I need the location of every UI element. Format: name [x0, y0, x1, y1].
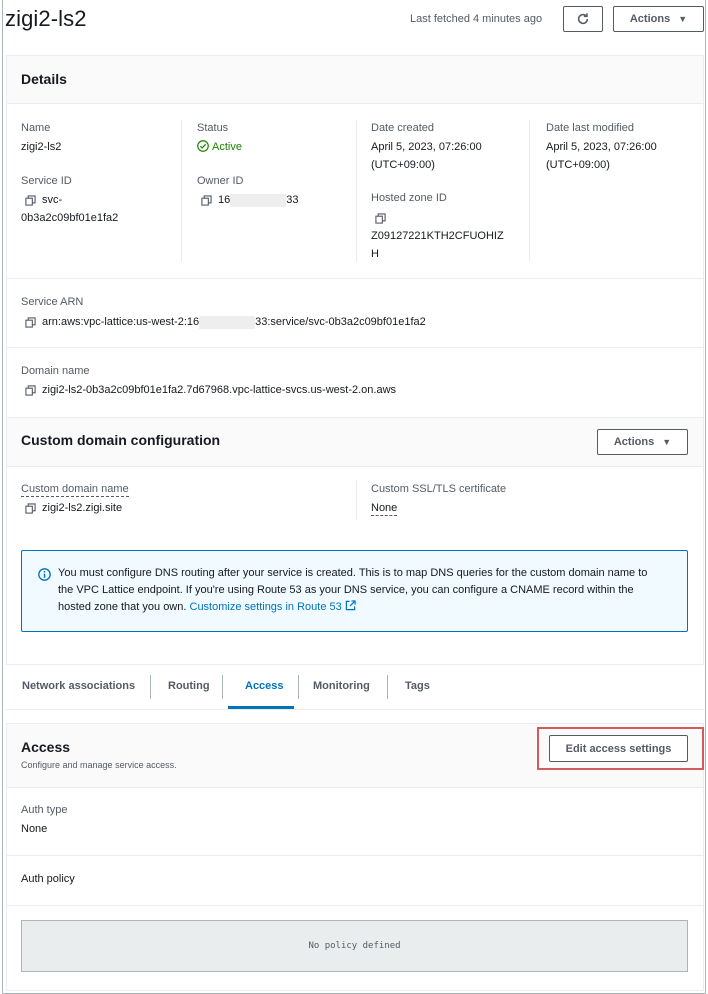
owner-id-prefix: 16	[218, 194, 231, 206]
hosted-zone-label: Hosted zone ID	[371, 192, 447, 204]
hosted-zone-value: Z09127221KTH2CFUOHIZ H	[371, 209, 504, 263]
custom-domain-name-text: zigi2-ls2.zigi.site	[42, 502, 123, 514]
details-title: Details	[21, 71, 67, 87]
tab-access[interactable]: Access	[245, 664, 284, 708]
hosted-zone-line2: H	[371, 248, 379, 260]
arn-prefix: arn:aws:vpc-lattice:us-west-2:16	[42, 316, 200, 328]
name-label: Name	[21, 122, 51, 134]
page-title: zigi2-ls2	[5, 6, 87, 31]
dns-info-alert: You must configure DNS routing after you…	[21, 550, 688, 632]
copy-icon[interactable]	[201, 194, 212, 206]
tab-monitoring[interactable]: Monitoring	[313, 664, 370, 708]
custom-domain-title: Custom domain configuration	[21, 432, 221, 448]
route53-link[interactable]: Customize settings in Route 53	[190, 601, 342, 613]
domain-value: zigi2-ls2-0b3a2c09bf01e1fa2.7d67968.vpc-…	[21, 381, 396, 399]
highlight-box	[537, 727, 704, 770]
copy-icon[interactable]	[25, 194, 36, 206]
details-header	[7, 56, 703, 104]
service-id-value: svc- 0b3a2c09bf01e1fa2	[21, 191, 118, 227]
access-subtitle: Configure and manage service access.	[21, 760, 177, 770]
custom-domain-actions-button[interactable]: Actions ▼	[597, 429, 688, 455]
copy-icon[interactable]	[25, 384, 36, 396]
hosted-zone-line1: Z09127221KTH2CFUOHIZ	[371, 230, 504, 242]
date-modified-line1: April 5, 2023, 07:26:00	[546, 141, 657, 153]
arn-suffix: 33:service/svc-0b3a2c09bf01e1fa2	[255, 316, 426, 328]
auth-policy-editor: No policy defined	[21, 920, 688, 972]
custom-domain-actions-label: Actions	[613, 436, 655, 448]
caret-down-icon: ▼	[678, 14, 688, 24]
header-actions-button[interactable]: Actions ▼	[613, 6, 704, 32]
domain-label: Domain name	[21, 365, 90, 377]
info-line2: the VPC Lattice endpoint. If you're usin…	[58, 584, 634, 596]
service-id-line1: svc-	[42, 194, 63, 206]
date-created-label: Date created	[371, 122, 434, 134]
owner-id-suffix: 33	[286, 194, 299, 206]
auth-policy-label: Auth policy	[21, 873, 75, 885]
copy-icon[interactable]	[375, 212, 386, 224]
cert-label: Custom SSL/TLS certificate	[371, 483, 507, 495]
info-line1: You must configure DNS routing after you…	[58, 567, 648, 579]
domain-text: zigi2-ls2-0b3a2c09bf01e1fa2.7d67968.vpc-…	[42, 384, 397, 396]
owner-id-value: 16 33	[197, 191, 299, 209]
status-value: Active	[197, 138, 242, 156]
status-label: Status	[197, 122, 229, 134]
refresh-icon	[577, 13, 589, 25]
info-icon	[38, 568, 51, 581]
external-link-icon[interactable]	[345, 600, 356, 611]
auth-type-value: None	[21, 823, 48, 835]
service-id-line2: 0b3a2c09bf01e1fa2	[21, 212, 119, 224]
arn-value: arn:aws:vpc-lattice:us-west-2:16 33:servi…	[21, 313, 426, 331]
custom-domain-name-value: zigi2-ls2.zigi.site	[21, 499, 122, 517]
date-modified-label: Date last modified	[546, 122, 635, 134]
custom-domain-name-label[interactable]: Custom domain name	[21, 483, 129, 497]
cert-value[interactable]: None	[371, 502, 398, 516]
copy-icon[interactable]	[25, 502, 36, 514]
tab-network-associations[interactable]: Network associations	[22, 664, 135, 708]
info-line3: hosted zone that you own.	[58, 601, 187, 613]
policy-placeholder: No policy defined	[308, 941, 401, 951]
caret-down-icon: ▼	[662, 437, 672, 447]
tab-routing[interactable]: Routing	[168, 664, 210, 708]
date-created-line2: (UTC+09:00)	[371, 159, 435, 171]
status-text: Active	[212, 141, 242, 153]
arn-label: Service ARN	[21, 296, 84, 308]
date-modified-line2: (UTC+09:00)	[546, 159, 610, 171]
copy-icon[interactable]	[25, 316, 36, 328]
name-value: zigi2-ls2	[21, 141, 62, 153]
service-id-label: Service ID	[21, 175, 72, 187]
redacted-block	[230, 193, 287, 207]
auth-type-label: Auth type	[21, 804, 68, 816]
access-title: Access	[21, 739, 71, 755]
tab-tags[interactable]: Tags	[405, 664, 430, 708]
redacted-block	[199, 315, 256, 329]
date-created-line1: April 5, 2023, 07:26:00	[371, 141, 482, 153]
last-fetched-text: Last fetched 4 minutes ago	[410, 13, 543, 25]
check-circle-icon	[197, 140, 209, 152]
header-actions-label: Actions	[629, 13, 671, 25]
owner-id-label: Owner ID	[197, 175, 244, 187]
refresh-button[interactable]	[563, 6, 603, 32]
tab-bar: Network associations Routing Access Moni…	[6, 664, 704, 710]
